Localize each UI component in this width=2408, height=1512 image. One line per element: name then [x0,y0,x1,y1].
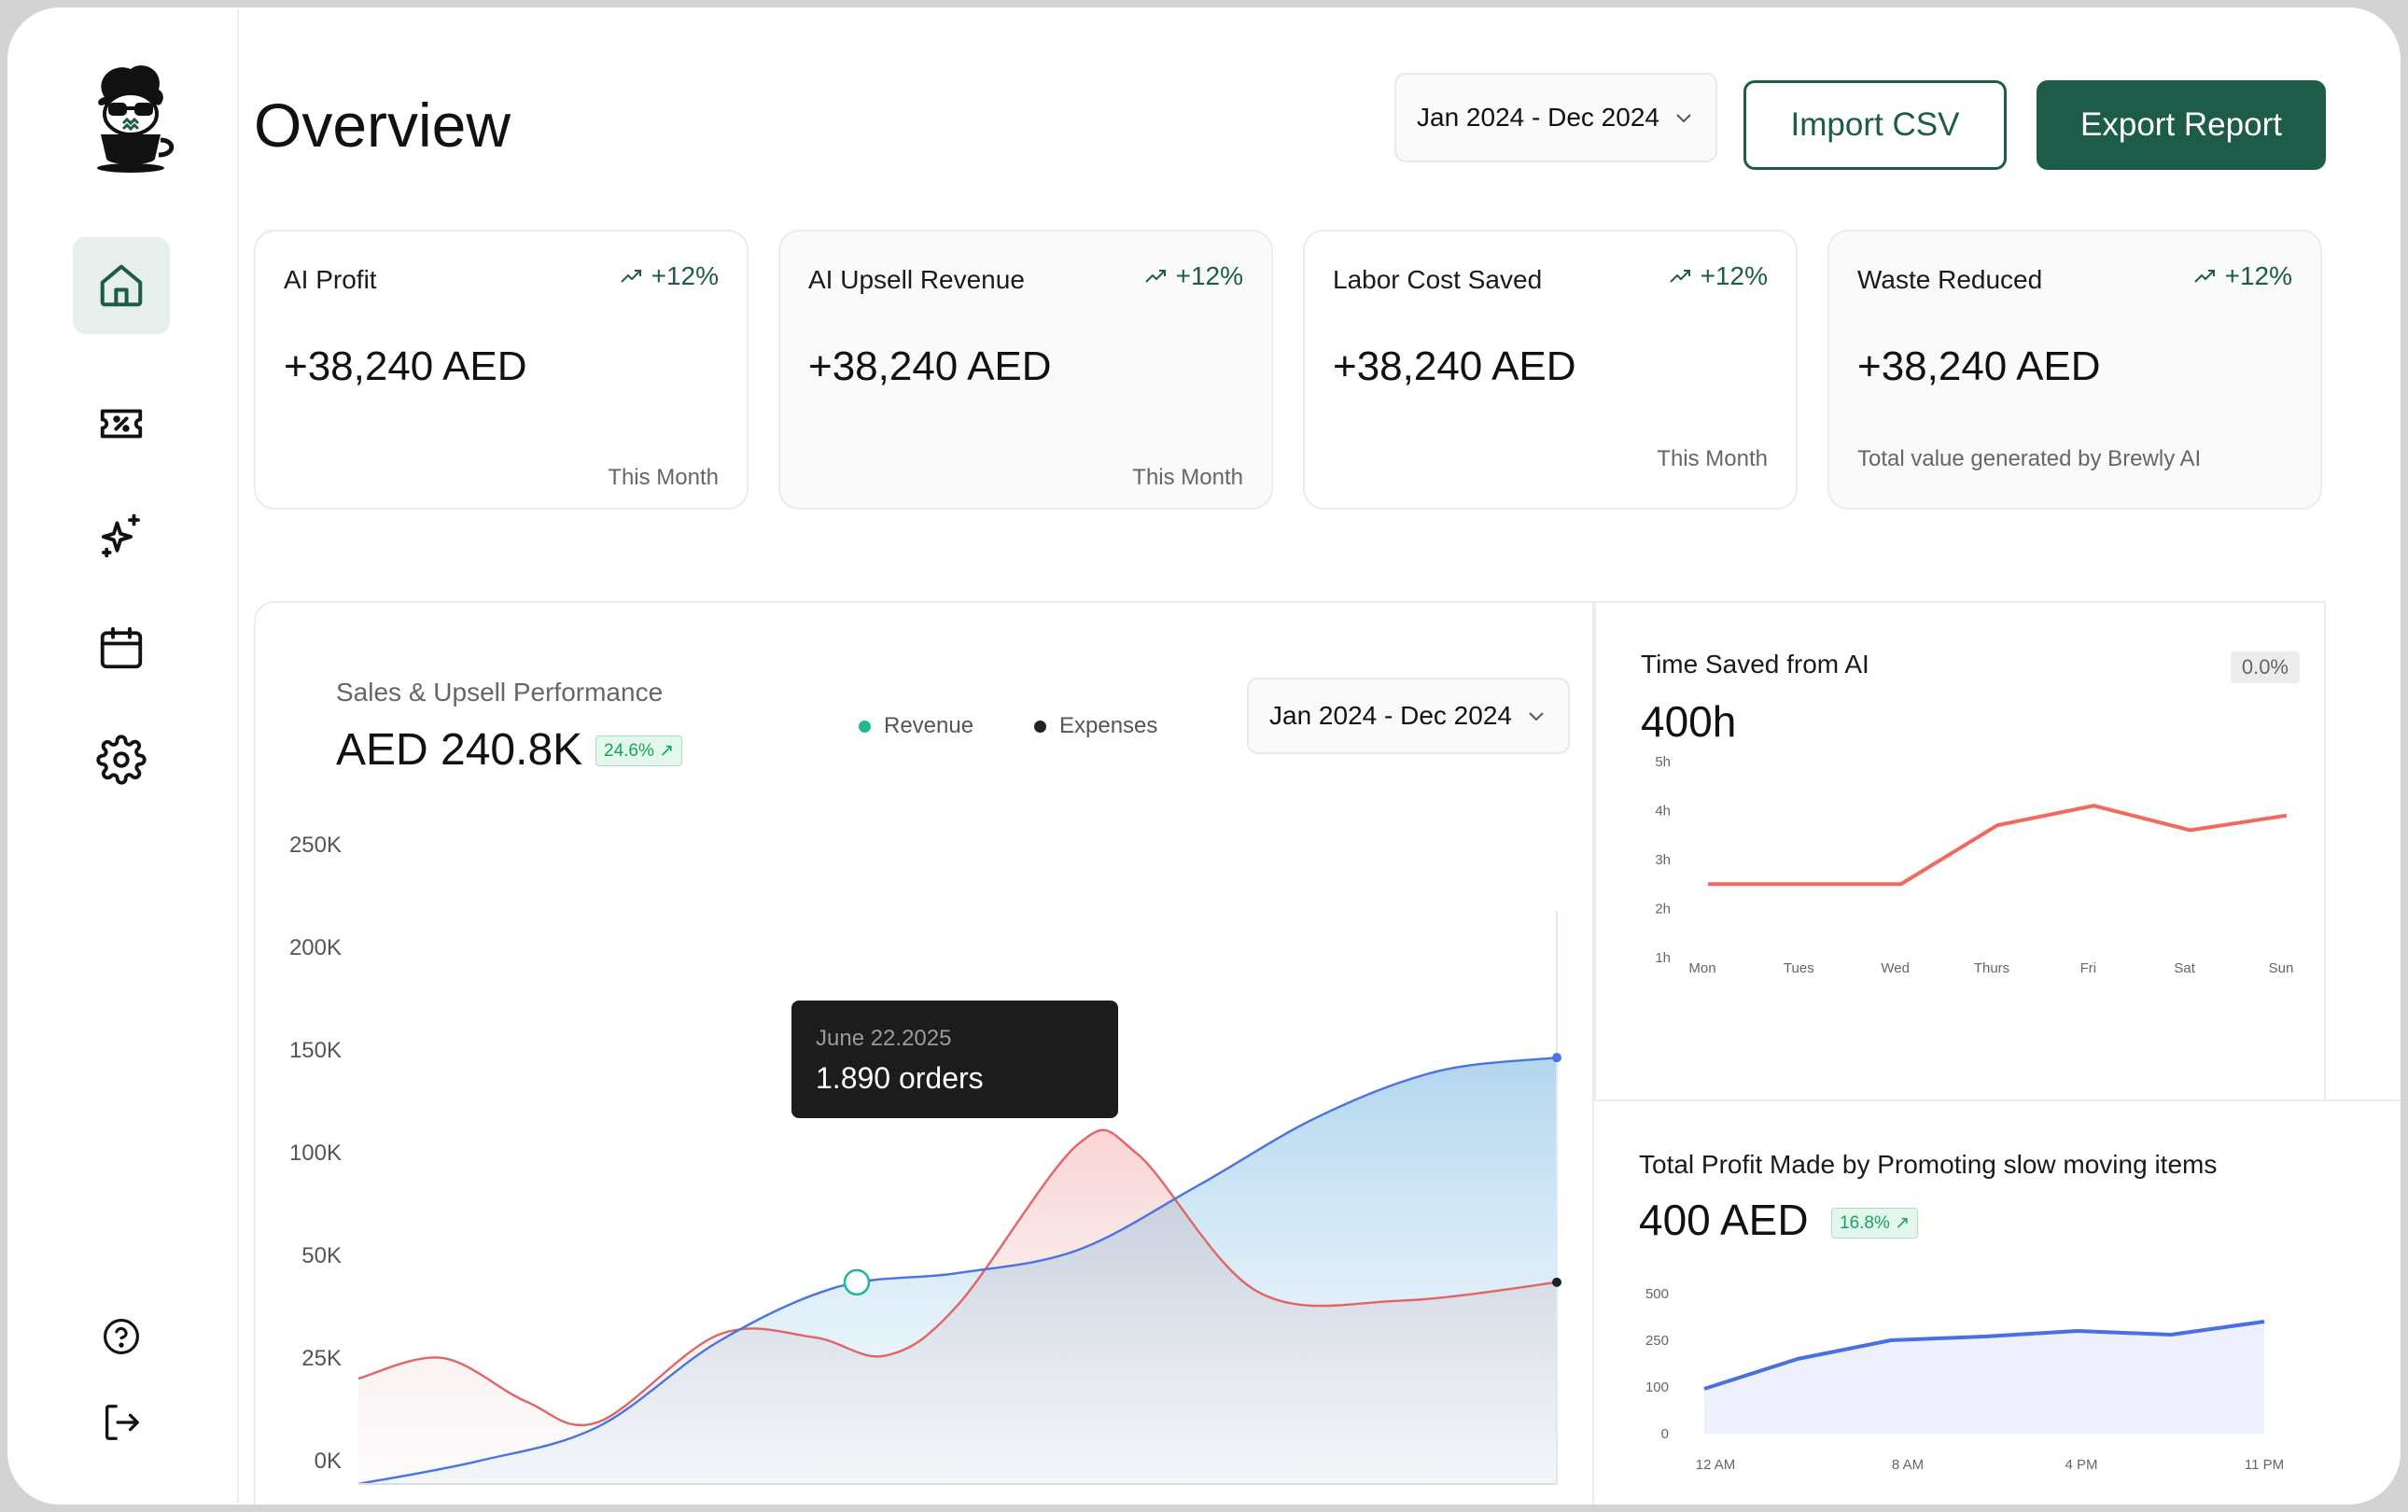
logout-icon [105,1405,139,1440]
kpi-value: +38,240 AED [1333,343,1576,389]
help-button[interactable] [73,1288,170,1385]
app-window: Overview Jan 2024 - Dec 2024 Import CSV … [7,7,2401,1505]
kpi-card-labor-cost-saved: Labor Cost Saved +12% +38,240 AED This M… [1303,230,1798,510]
kpi-value: +38,240 AED [808,343,1052,389]
kpi-change: +12% [1669,261,1768,291]
logout-button[interactable] [73,1374,170,1471]
trend-up-icon [1144,270,1166,283]
tooltip-value: 1.890 orders [816,1061,984,1095]
profit-chart: 0 100 250 500 12 AM 8 AM 4 PM 11 PM [1645,1286,2284,1473]
y-tick-label: 50K [301,1243,342,1268]
trend-up-icon [1669,270,1690,283]
x-tick-label: Wed [1881,960,1910,976]
kpi-value: +38,240 AED [1857,343,2101,389]
kpi-change: +12% [1144,261,1243,291]
x-tick-label: Sun [2269,960,2294,976]
x-tick-label: Fri [2080,960,2097,976]
kpi-card-waste-reduced: Waste Reduced +12% +38,240 AED Total val… [1827,230,2322,510]
sidebar-item-calendar[interactable] [73,599,170,696]
export-report-button[interactable]: Export Report [2037,80,2326,170]
y-tick-label: 2h [1655,902,1671,917]
kpi-value: +38,240 AED [284,343,527,389]
y-tick-label: 250K [289,833,342,858]
x-tick-label: 11 PM [2245,1457,2284,1473]
y-tick-label: 0K [315,1449,342,1474]
x-tick-label: Mon [1688,960,1715,976]
x-tick-label: 12 AM [1696,1457,1736,1473]
discount-ticket-icon [100,409,143,439]
y-tick-label: 0 [1661,1426,1669,1442]
kpi-label: AI Profit [284,265,377,294]
trend-up-icon [620,270,641,283]
y-tick-label: 3h [1655,852,1671,868]
sidebar-item-ai[interactable] [73,487,170,584]
hover-point[interactable] [843,1268,871,1296]
sidebar [9,9,239,1503]
y-tick-label: 5h [1655,754,1671,770]
expenses-end-point [1552,1277,1561,1287]
revenue-end-point [1552,1053,1561,1063]
kpi-card-ai-profit: AI Profit +12% +38,240 AED This Month [254,230,749,510]
sidebar-item-home[interactable] [73,237,170,334]
date-range-dropdown[interactable]: Jan 2024 - Dec 2024 [1394,73,1717,162]
gear-icon [96,735,147,785]
kpi-note: This Month [608,465,719,490]
kpi-change: +12% [620,261,719,291]
kpi-note: This Month [1657,446,1768,471]
y-tick-label: 200K [289,935,342,960]
x-tick-label: Thurs [1974,960,2009,976]
help-circle-icon [104,1319,139,1354]
sales-chart[interactable]: 0K 25K 50K 100K 150K 200K 250K June 22.2025 1.… [256,603,1596,1505]
kpi-card-ai-upsell-revenue: AI Upsell Revenue +12% +38,240 AED This … [778,230,1273,510]
profit-card: Total Profit Made by Promoting slow movi… [1594,1099,2401,1505]
brand-logo[interactable] [84,62,177,174]
time-saved-line [1708,804,2288,887]
tooltip-date: June 22.2025 [816,1026,951,1051]
sales-performance-card: Sales & Upsell Performance AED 240.8K 24… [254,601,1594,1505]
home-icon [100,264,143,307]
calendar-icon [100,626,143,669]
import-csv-button[interactable]: Import CSV [1743,80,2007,170]
kpi-note: This Month [1132,465,1243,490]
y-tick-label: 25K [301,1346,342,1371]
y-tick-label: 100 [1645,1379,1669,1395]
x-tick-label: 8 AM [1892,1457,1924,1473]
y-tick-label: 1h [1655,950,1671,966]
page-title: Overview [254,91,511,160]
y-tick-label: 100K [289,1141,342,1166]
sparkles-icon [101,513,140,558]
sidebar-item-settings[interactable] [73,711,170,808]
x-tick-label: Tues [1784,960,1814,976]
kpi-label: Waste Reduced [1857,265,2043,294]
x-tick-label: 4 PM [2065,1457,2097,1473]
y-tick-label: 500 [1645,1286,1669,1302]
sidebar-item-coupons[interactable] [73,375,170,472]
y-tick-label: 250 [1645,1333,1669,1349]
chart-tooltip: June 22.2025 1.890 orders [791,1001,1118,1118]
kpi-note: Total value generated by Brewly AI [1857,446,2202,471]
trend-up-icon [2193,270,2215,283]
y-tick-label: 4h [1655,804,1671,819]
x-tick-label: Sat [2174,960,2195,976]
y-tick-label: 150K [289,1038,342,1063]
time-saved-card: Time Saved from AI 0.0% 400h 1h 2h 3h 4h 5h … [1594,601,2326,1101]
time-saved-chart: 1h 2h 3h 4h 5h Mon Tues Wed Thurs Fri Sat Sun [1655,754,2294,976]
kpi-label: Labor Cost Saved [1333,265,1543,294]
chevron-down-icon [1676,114,1691,123]
date-range-label: Jan 2024 - Dec 2024 [1417,103,1659,132]
kpi-label: AI Upsell Revenue [808,265,1025,294]
kpi-change: +12% [2193,261,2292,291]
